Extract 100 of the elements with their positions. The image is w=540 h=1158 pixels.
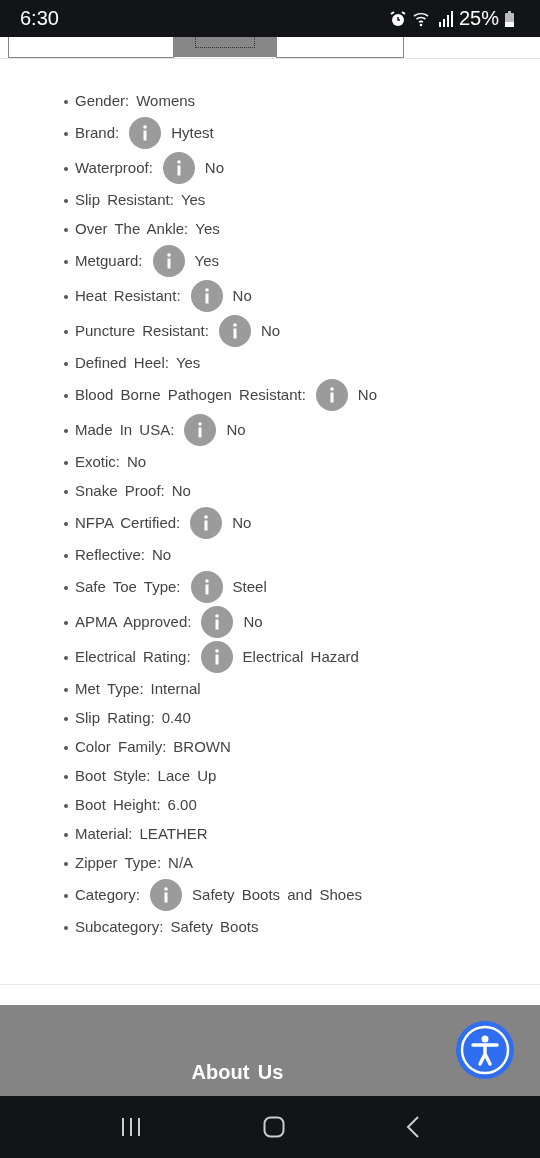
spec-label: Safe Toe Type: <box>75 578 181 595</box>
bullet-icon <box>64 586 68 590</box>
bullet-icon <box>64 775 68 779</box>
info-icon[interactable] <box>190 570 223 603</box>
spec-value: Hytest <box>171 124 214 141</box>
bullet-icon <box>64 167 68 171</box>
spec-value: No <box>127 453 147 470</box>
spec-label: NFPA Certified: <box>75 514 181 531</box>
bullet-icon <box>64 804 68 808</box>
alarm-icon <box>388 9 407 28</box>
bullet-icon <box>64 260 68 264</box>
spec-label: Material: <box>75 825 133 842</box>
spec-value: Internal <box>150 680 201 697</box>
spec-label: Zipper Type: <box>75 854 162 871</box>
bullet-icon <box>64 717 68 721</box>
home-icon[interactable] <box>263 1116 285 1138</box>
bullet-icon <box>64 688 68 692</box>
info-icon[interactable] <box>162 151 195 184</box>
spec-label: Slip Rating: <box>75 709 155 726</box>
info-icon[interactable] <box>152 244 185 277</box>
spec-label: Boot Style: <box>75 767 151 784</box>
battery-percent: 25% <box>458 7 499 30</box>
bullet-icon <box>64 362 68 366</box>
bullet-icon <box>64 199 68 203</box>
spec-label: Made In USA: <box>75 421 175 438</box>
bullet-icon <box>64 461 68 465</box>
spec-label: Heat Resistant: <box>75 287 181 304</box>
spec-label: Category: <box>75 886 141 903</box>
spec-value: 0.40 <box>161 709 191 726</box>
spec-value: Yes <box>180 191 206 208</box>
tab[interactable] <box>276 37 404 58</box>
bullet-icon <box>64 621 68 625</box>
spec-value: Electrical Hazard <box>242 648 359 665</box>
clock-time: 6:30 <box>20 7 59 30</box>
spec-label: Over The Ankle: <box>75 220 189 237</box>
bullet-icon <box>64 132 68 136</box>
bullet-icon <box>64 656 68 660</box>
spec-value: Safety Boots <box>170 918 259 935</box>
info-icon[interactable] <box>190 506 223 539</box>
spec-label: APMA Approved: <box>75 613 192 630</box>
spec-value: Yes <box>195 220 220 237</box>
recent-apps-icon[interactable] <box>120 1117 143 1137</box>
spec-label: Blood Borne Pathogen Resistant: <box>75 386 306 403</box>
bullet-icon <box>64 295 68 299</box>
spec-label: Met Type: <box>75 680 144 697</box>
info-icon[interactable] <box>129 116 162 149</box>
bullet-icon <box>64 100 68 104</box>
spec-label: Waterproof: <box>75 159 153 176</box>
spec-label: Slip Resistant: <box>75 191 174 208</box>
spec-value: No <box>226 421 246 438</box>
info-icon[interactable] <box>315 378 348 411</box>
spec-label: Color Family: <box>75 738 167 755</box>
bullet-icon <box>64 554 68 558</box>
spec-value: No <box>152 546 172 563</box>
bullet-icon <box>64 746 68 750</box>
footer-heading: About Us <box>191 1061 284 1084</box>
spec-value: No <box>232 287 252 304</box>
spec-value: No <box>260 322 281 339</box>
bullet-icon <box>64 894 68 898</box>
spec-value: Safety Boots and Shoes <box>192 886 362 903</box>
spec-value: Yes <box>194 252 220 269</box>
spec-value: Womens <box>136 92 196 109</box>
spec-value: LEATHER <box>139 825 208 842</box>
spec-value: No <box>243 613 263 630</box>
battery-icon <box>505 10 514 27</box>
spec-value: 6.00 <box>167 796 197 813</box>
spec-label: Puncture Resistant: <box>75 322 209 339</box>
spec-label: Exotic: <box>75 453 120 470</box>
spec-label: Reflective: <box>75 546 146 563</box>
info-icon[interactable] <box>184 413 217 446</box>
spec-value: No <box>232 514 252 531</box>
bullet-icon <box>64 490 68 494</box>
info-icon[interactable] <box>200 640 233 673</box>
spec-value: Steel <box>232 578 267 595</box>
bullet-icon <box>64 926 68 930</box>
bullet-icon <box>64 429 68 433</box>
info-icon[interactable] <box>150 878 183 911</box>
spec-label: Subcategory: <box>75 918 164 935</box>
info-icon[interactable] <box>201 605 234 638</box>
spec-value: BROWN <box>173 738 231 755</box>
bullet-icon <box>64 228 68 232</box>
info-icon[interactable] <box>218 314 251 347</box>
spec-value: N/A <box>168 854 194 871</box>
bullet-icon <box>64 394 68 398</box>
spec-label: Boot Height: <box>75 796 161 813</box>
spec-label: Brand: <box>75 124 120 141</box>
spec-label: Metguard: <box>75 252 143 269</box>
back-icon[interactable] <box>405 1116 420 1138</box>
tab[interactable] <box>8 37 174 58</box>
spec-label: Snake Proof: <box>75 482 165 499</box>
spec-value: Yes <box>175 354 201 371</box>
info-icon[interactable] <box>190 279 223 312</box>
spec-value: No <box>204 159 224 176</box>
spec-value: No <box>357 386 377 403</box>
spec-value: No <box>171 482 191 499</box>
spec-value: Lace Up <box>157 767 217 784</box>
spec-label: Electrical Rating: <box>75 648 191 665</box>
bullet-icon <box>64 330 68 334</box>
spec-label: Defined Heel: <box>75 354 169 371</box>
bullet-icon <box>64 833 68 837</box>
